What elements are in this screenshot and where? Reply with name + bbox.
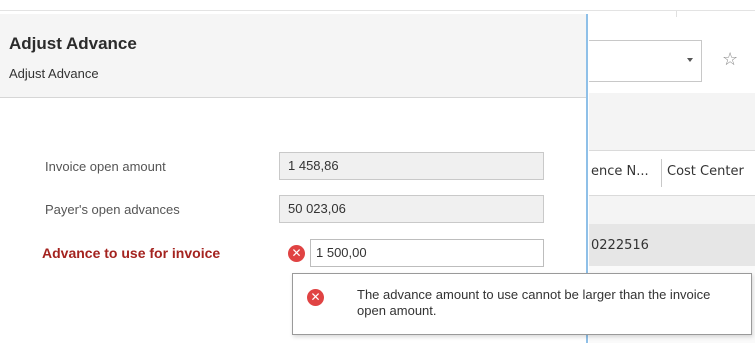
grid-header-row: ence N... Cost Center [589,150,755,196]
invoice-open-amount-label: Invoice open amount [45,159,166,174]
chevron-down-icon[interactable] [687,58,693,62]
advance-to-use-label: Advance to use for invoice [42,245,221,261]
top-divider-tick [676,11,677,17]
grid-column-header-reference[interactable]: ence N... [591,164,649,179]
error-circle-icon: ✕ [307,289,324,306]
grid-column-separator[interactable] [661,159,662,187]
payers-open-advances-label: Payer's open advances [45,202,180,217]
table-row[interactable]: 0222516 [589,224,755,266]
background-combo-box[interactable] [589,40,702,82]
error-circle-icon[interactable]: ✕ [288,245,305,262]
grid-column-header-cost-center[interactable]: Cost Center [667,164,744,179]
payers-open-advances-field: 50 023,06 [279,195,544,223]
dialog-header: Adjust Advance Adjust Advance [0,14,586,98]
error-tooltip: ✕ The advance amount to use cannot be la… [292,273,752,335]
grid-cell-reference: 0222516 [591,238,649,253]
dialog-subtitle: Adjust Advance [9,66,99,81]
invoice-open-amount-field: 1 458,86 [279,152,544,180]
advance-to-use-input[interactable]: 1 500,00 [310,239,544,267]
top-divider [0,10,755,11]
star-icon[interactable]: ☆ [722,50,738,70]
grid-filter-row[interactable] [589,196,755,224]
error-message: The advance amount to use cannot be larg… [357,287,711,318]
dialog-title: Adjust Advance [9,34,137,53]
